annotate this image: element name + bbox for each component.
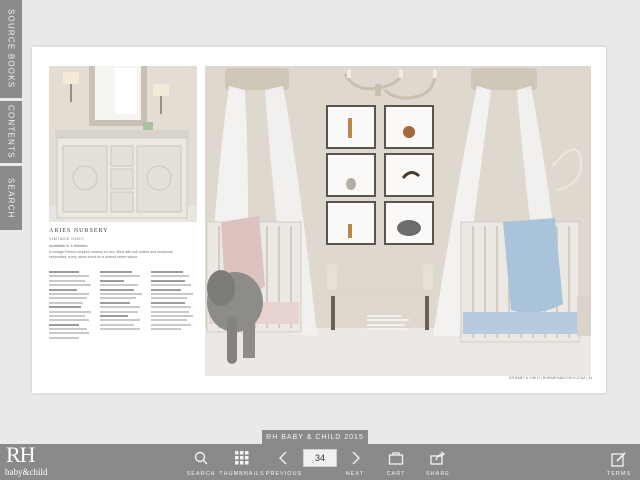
next-label: NEXT	[345, 471, 365, 477]
previous-label: PREVIOUS	[265, 471, 303, 477]
page-number-field[interactable]: 34	[303, 449, 337, 467]
share-icon	[430, 451, 446, 465]
chevron-left-icon	[279, 451, 287, 465]
cart-button[interactable]: CART	[382, 444, 410, 480]
tab-search-label: SEARCH	[6, 177, 16, 219]
section-title: ARIES NURSERY	[49, 228, 109, 234]
search-button[interactable]: SEARCH	[187, 444, 215, 480]
next-button[interactable]: NEXT	[340, 444, 370, 480]
previous-button[interactable]: PREVIOUS	[266, 444, 302, 480]
tab-search[interactable]: SEARCH	[0, 166, 22, 230]
rh-logo: RH	[6, 442, 36, 467]
terms-label: TERMS	[606, 471, 632, 477]
chevron-right-icon	[352, 451, 360, 465]
terms-edit-icon	[611, 452, 626, 467]
thumbnails-label: THUMBNAILS	[219, 471, 265, 477]
availability-note: Available in 4 finishes.	[49, 243, 89, 248]
search-label: SEARCH	[186, 471, 216, 477]
product-list-col-3	[151, 271, 197, 332]
tab-source-books-label: SOURCE BOOKS	[6, 9, 16, 89]
product-list-col-2	[100, 271, 146, 332]
tab-contents[interactable]: CONTENTS	[0, 101, 22, 163]
rh-logo-sub: baby&child	[5, 467, 48, 477]
search-icon	[194, 451, 208, 465]
catalog-spread[interactable]: ARIES NURSERY VINTAGE GREY Available in …	[32, 47, 606, 393]
tab-contents-label: CONTENTS	[6, 105, 16, 159]
terms-button[interactable]: TERMS	[604, 444, 634, 480]
issue-label[interactable]: RH BABY & CHILD 2015	[262, 430, 368, 444]
cart-bag-icon	[388, 452, 404, 465]
vanity-photo	[49, 66, 197, 222]
thumbnails-grid-icon	[235, 451, 249, 465]
cart-label: CART	[386, 471, 406, 477]
intro-paragraph: A vintage French-inspired nursery for tw…	[49, 250, 173, 259]
page-folio: RH BABY & CHILD | RHBABYANDCHILD.COM | 3…	[508, 376, 592, 380]
thumbnails-button[interactable]: THUMBNAILS	[219, 444, 264, 480]
tab-source-books[interactable]: SOURCE BOOKS	[0, 0, 22, 98]
photo-caption	[367, 315, 413, 333]
share-button[interactable]: SHARE	[423, 444, 453, 480]
product-list-col-1	[49, 271, 95, 341]
share-label: SHARE	[426, 471, 450, 477]
section-subtitle: VINTAGE GREY	[49, 236, 85, 241]
